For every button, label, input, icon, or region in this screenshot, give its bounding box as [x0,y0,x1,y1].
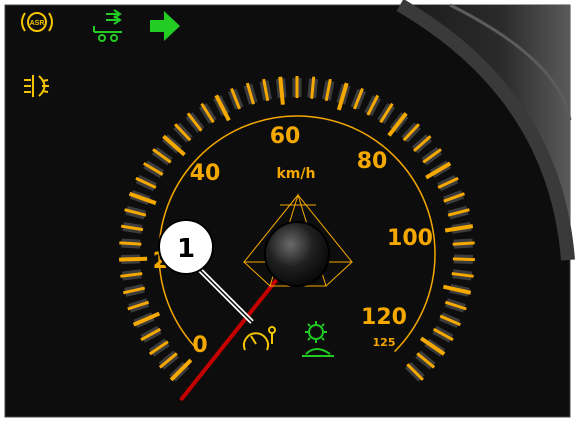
scale-label-100: 100 [387,226,433,251]
scale-label-120: 120 [361,305,407,330]
asr-text: ASR [30,20,45,27]
scale-label-40: 40 [190,161,221,186]
scale-minor-tick [119,241,142,246]
instrument-cluster: 0 20 40 60 80 100 120 125 km/h 1 ASR [4,0,575,418]
scale-label-80: 80 [357,149,388,174]
scale-major-tick [278,76,285,105]
scale-label-0: 0 [192,333,207,358]
scale-label-125: 125 [373,336,396,349]
scale-minor-tick [452,257,475,262]
unit-label: km/h [277,166,316,182]
scale-minor-tick [310,76,316,99]
callout-number: 1 [177,234,195,264]
scale-minor-tick [452,241,475,246]
scale-label-60: 60 [270,124,301,149]
needle-hub [264,221,330,287]
scale-major-tick [119,256,148,262]
